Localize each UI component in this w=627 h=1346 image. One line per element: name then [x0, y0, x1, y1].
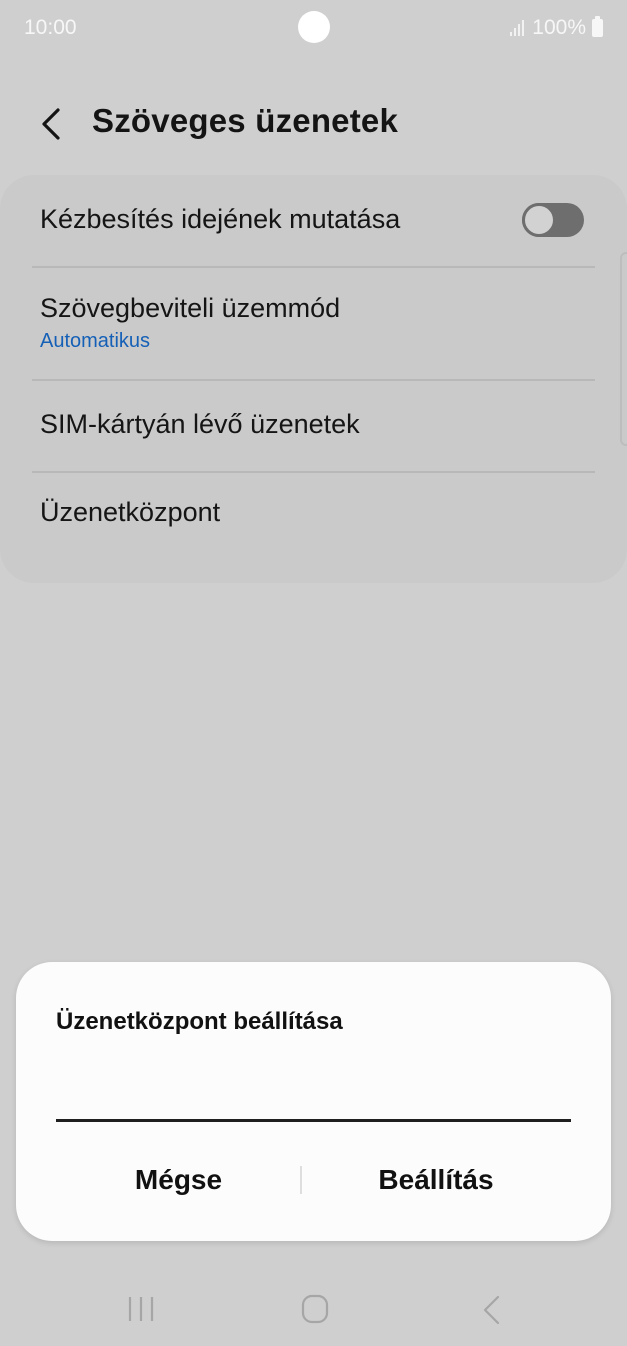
cancel-button[interactable]: Mégse [56, 1152, 301, 1208]
battery-percentage: 100% [532, 16, 586, 39]
recents-icon[interactable] [126, 1294, 156, 1324]
divider [32, 471, 595, 473]
setting-message-center-label: Üzenetközpont [40, 497, 221, 527]
battery-icon [592, 16, 603, 37]
navigation-bar [0, 1270, 627, 1346]
delivery-time-toggle[interactable] [522, 203, 584, 237]
status-time: 10:00 [24, 16, 77, 39]
camera-cutout [298, 11, 330, 43]
dialog-buttons: Mégse Beállítás [16, 1152, 611, 1208]
message-center-input[interactable] [56, 1062, 571, 1122]
button-separator [300, 1166, 302, 1194]
setting-delivery-time[interactable]: Kézbesítés idejének mutatása [40, 204, 596, 235]
divider [32, 266, 595, 268]
divider [32, 379, 595, 381]
scroll-indicator[interactable] [620, 252, 627, 446]
toggle-knob [522, 203, 556, 237]
signal-icon [510, 20, 525, 36]
dialog-title: Üzenetközpont beállítása [56, 1008, 343, 1035]
setting-sim-messages[interactable]: SIM-kártyán lévő üzenetek [40, 409, 596, 440]
setting-input-mode-label: Szövegbeviteli üzemmód [40, 293, 341, 323]
confirm-button[interactable]: Beállítás [316, 1152, 556, 1208]
app-header: Szöveges üzenetek [0, 92, 627, 156]
message-center-dialog: Üzenetközpont beállítása Mégse Beállítás [16, 962, 611, 1241]
status-indicators: 100% [510, 16, 603, 40]
chevron-left-icon[interactable] [36, 106, 66, 142]
back-icon[interactable] [480, 1294, 502, 1326]
setting-input-mode[interactable]: Szövegbeviteli üzemmód Automatikus [40, 293, 596, 353]
home-icon[interactable] [301, 1294, 329, 1324]
setting-input-mode-value: Automatikus [40, 330, 151, 352]
page-title: Szöveges üzenetek [92, 102, 399, 139]
setting-sim-messages-label: SIM-kártyán lévő üzenetek [40, 409, 360, 439]
setting-delivery-time-label: Kézbesítés idejének mutatása [40, 204, 401, 234]
setting-message-center[interactable]: Üzenetközpont [40, 497, 596, 528]
